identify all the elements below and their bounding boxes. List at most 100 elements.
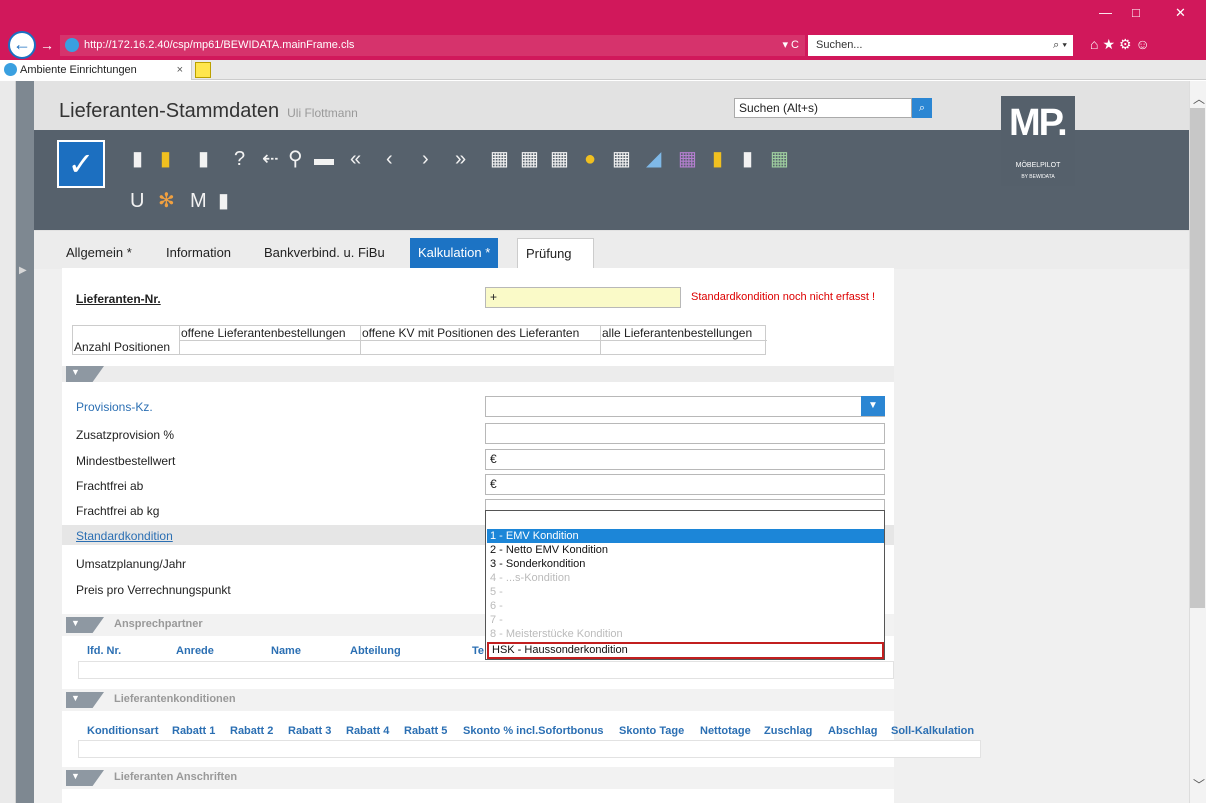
home-star-gear-icons[interactable]: ⌂★⚙☺ bbox=[1090, 36, 1154, 53]
prev-record-icon[interactable]: ‹ bbox=[386, 148, 393, 170]
copy-icon[interactable]: ▮ bbox=[742, 148, 753, 170]
tab-allgemein[interactable]: Allgemein * bbox=[58, 238, 140, 268]
col-rabatt-2[interactable]: Rabatt 2 bbox=[230, 725, 273, 737]
module-icon-1[interactable]: ▦ bbox=[490, 148, 509, 170]
trash-icon[interactable]: ▮ bbox=[198, 148, 209, 170]
standardkondition-dropdown[interactable]: 1 - EMV Kondition 2 - Netto EMV Kondition… bbox=[485, 510, 885, 660]
col-telefon[interactable]: Te bbox=[472, 645, 484, 657]
document-icon[interactable]: ▦ bbox=[550, 148, 569, 170]
module-icon-2[interactable]: ▦ bbox=[612, 148, 631, 170]
col-nettotage[interactable]: Nettotage bbox=[700, 725, 751, 737]
col-rabatt-3[interactable]: Rabatt 3 bbox=[288, 725, 331, 737]
tab-bankverbindung[interactable]: Bankverbind. u. FiBu bbox=[256, 238, 393, 268]
last-record-icon[interactable]: » bbox=[455, 148, 466, 170]
undo-icon[interactable]: ⇠ bbox=[262, 148, 279, 170]
hand-document-icon[interactable]: ▮ bbox=[218, 190, 229, 212]
address-bar[interactable]: http://172.16.2.40/csp/mp61/BEWIDATA.mai… bbox=[60, 35, 805, 56]
dropdown-option[interactable]: 3 - Sonderkondition bbox=[487, 557, 884, 571]
dropdown-option[interactable]: HSK - Haussonderkondition bbox=[487, 642, 884, 659]
col-rabatt-5[interactable]: Rabatt 5 bbox=[404, 725, 447, 737]
standardkondition-label[interactable]: Standardkondition bbox=[76, 529, 173, 543]
app-search-button[interactable]: ⌕ bbox=[912, 98, 932, 118]
frachtfrei-ab-kg-label: Frachtfrei ab kg bbox=[76, 504, 160, 518]
section-lieferantenkonditionen[interactable]: ▼ Lieferantenkonditionen bbox=[62, 689, 894, 711]
col-konditionsart[interactable]: Konditionsart bbox=[87, 725, 159, 737]
folder-icon[interactable]: ▮ bbox=[160, 148, 171, 170]
dropdown-option[interactable]: 1 - EMV Kondition bbox=[487, 529, 884, 543]
maximize-icon[interactable]: □ bbox=[1132, 5, 1140, 20]
provisions-kz-select[interactable] bbox=[485, 396, 885, 417]
col-skonto-tage[interactable]: Skonto Tage bbox=[619, 725, 684, 737]
frachtfrei-ab-label: Frachtfrei ab bbox=[76, 479, 144, 493]
page-title: Lieferanten-Stammdaten Uli Flottmann bbox=[59, 100, 358, 122]
dropdown-option[interactable]: 5 - bbox=[487, 585, 884, 599]
search-icon[interactable]: ⌕ ▾ bbox=[1053, 35, 1067, 56]
ie-icon bbox=[4, 63, 17, 76]
zusatzprovision-label: Zusatzprovision % bbox=[76, 428, 175, 442]
close-tab-icon[interactable]: × bbox=[177, 60, 183, 80]
col-skonto-prozent[interactable]: Skonto % incl.Sofortbonus bbox=[463, 725, 604, 737]
col-lfd-nr[interactable]: lfd. Nr. bbox=[87, 645, 121, 657]
stats-row-label: Anzahl Positionen bbox=[74, 340, 171, 354]
dropdown-option[interactable]: 2 - Netto EMV Kondition bbox=[487, 543, 884, 557]
side-panel-toggle[interactable] bbox=[16, 81, 34, 803]
section-lieferanten-anschriften[interactable]: ▼ Lieferanten Anschriften bbox=[62, 767, 894, 789]
emblem-icon[interactable]: ✻ bbox=[158, 190, 175, 212]
stats-header-open-kv: offene KV mit Positionen des Lieferanten bbox=[362, 326, 580, 340]
tab-kalkulation[interactable]: Kalkulation * bbox=[410, 238, 499, 268]
col-name[interactable]: Name bbox=[271, 645, 301, 657]
dropdown-option[interactable]: 4 - ...s-Kondition bbox=[487, 571, 884, 585]
zusatzprovision-input[interactable] bbox=[485, 423, 885, 444]
col-zuschlag[interactable]: Zuschlag bbox=[764, 725, 812, 737]
scroll-up-icon[interactable]: ︿ bbox=[1193, 90, 1205, 107]
tab-information[interactable]: Information bbox=[158, 238, 239, 268]
next-record-icon[interactable]: › bbox=[422, 148, 429, 170]
back-button[interactable]: ← bbox=[8, 31, 36, 59]
truck-icon[interactable]: ▦ bbox=[520, 148, 539, 170]
folder-open-icon[interactable]: ▮ bbox=[712, 148, 723, 170]
coins-icon[interactable]: ● bbox=[584, 148, 596, 170]
moebelpilot-logo: MP. MÖBELPILOT BY BEWIDATA bbox=[1001, 96, 1075, 186]
help-icon[interactable]: ? bbox=[234, 148, 245, 170]
stats-header-open-orders: offene Lieferantenbestellungen bbox=[181, 326, 346, 340]
chevron-down-icon[interactable]: ▼ bbox=[861, 396, 885, 416]
delivery-icon[interactable]: ▦ bbox=[770, 148, 789, 170]
tab-pruefung[interactable]: Prüfung bbox=[517, 238, 594, 269]
print-icon[interactable]: ▬ bbox=[314, 148, 334, 170]
frachtfrei-ab-input[interactable]: € bbox=[485, 474, 885, 495]
scrollbar-thumb[interactable] bbox=[1190, 108, 1205, 608]
expand-arrow-icon[interactable]: ▶ bbox=[19, 265, 27, 276]
col-abteilung[interactable]: Abteilung bbox=[350, 645, 401, 657]
dropdown-option[interactable]: 6 - bbox=[487, 599, 884, 613]
provisions-kz-label[interactable]: Provisions-Kz. bbox=[76, 400, 153, 414]
new-document-icon[interactable]: ▮ bbox=[132, 148, 143, 170]
col-anrede[interactable]: Anrede bbox=[176, 645, 214, 657]
browser-tab[interactable]: Ambiente Einrichtungen × bbox=[0, 60, 192, 80]
mindestbestellwert-input[interactable]: € bbox=[485, 449, 885, 470]
u-button[interactable]: U bbox=[130, 190, 144, 212]
browser-tabbar: Ambiente Einrichtungen × bbox=[0, 60, 1206, 80]
search-record-icon[interactable]: ⚲ bbox=[288, 148, 303, 170]
browser-search[interactable]: Suchen... ⌕ ▾ bbox=[808, 35, 1073, 56]
close-window-icon[interactable]: ✕ bbox=[1175, 5, 1186, 21]
col-rabatt-1[interactable]: Rabatt 1 bbox=[172, 725, 215, 737]
section-collapse-bar[interactable]: ▼ bbox=[62, 366, 894, 382]
minimize-icon[interactable]: — bbox=[1099, 5, 1112, 20]
dropdown-option[interactable]: 7 - bbox=[487, 613, 884, 627]
refresh-icon[interactable]: ▾ C bbox=[782, 35, 799, 56]
dropdown-option[interactable]: 8 - Meisterstücke Kondition bbox=[487, 627, 884, 641]
col-rabatt-4[interactable]: Rabatt 4 bbox=[346, 725, 389, 737]
forward-button[interactable]: → bbox=[40, 37, 54, 53]
chart-icon[interactable]: ◢ bbox=[646, 148, 661, 170]
calendar-icon[interactable]: ▦ bbox=[678, 148, 697, 170]
app-search-input[interactable]: Suchen (Alt+s) bbox=[734, 98, 912, 118]
col-soll-kalkulation[interactable]: Soll-Kalkulation bbox=[891, 725, 981, 737]
first-record-icon[interactable]: « bbox=[350, 148, 361, 170]
new-tab-icon[interactable] bbox=[195, 62, 211, 78]
stats-header-all-orders: alle Lieferantenbestellungen bbox=[602, 326, 753, 340]
lieferanten-nr-input[interactable]: + bbox=[485, 287, 681, 308]
scroll-down-icon[interactable]: ﹀ bbox=[1193, 776, 1205, 793]
save-check-icon[interactable]: ✓ bbox=[57, 140, 105, 188]
col-abschlag[interactable]: Abschlag bbox=[828, 725, 878, 737]
m-button[interactable]: M bbox=[190, 190, 207, 212]
